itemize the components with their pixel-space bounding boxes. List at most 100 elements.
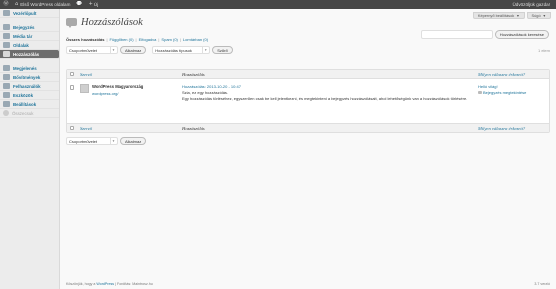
screen-meta-links: Képernyő beállítások ▼ Súgó ▼ xyxy=(472,12,551,19)
menu-dashboard[interactable]: Vezérlőpult xyxy=(0,9,59,18)
plus-icon: + xyxy=(88,1,93,7)
menu-label: Média tár xyxy=(13,33,33,39)
collapse-icon xyxy=(3,110,9,116)
help-label: Súgó xyxy=(531,13,541,18)
plugin-icon xyxy=(3,74,10,80)
filter-spam[interactable]: Spam (0) xyxy=(161,37,177,42)
comments-table: Szerző Hozzászólás Milyen válaszra érkez… xyxy=(66,69,550,133)
help-button[interactable]: Súgó ▼ xyxy=(526,12,551,19)
footer-thanks: Köszönjük, hogy a WordPress | Fordítás: … xyxy=(66,282,153,286)
select-value: Hozzászólás típusok xyxy=(155,47,192,53)
select-arrow-icon: ▼ xyxy=(110,47,115,53)
comment-type-select[interactable]: Hozzászólás típusok ▼ xyxy=(152,46,211,54)
separator: | xyxy=(179,37,181,42)
new-label: Új xyxy=(93,2,99,7)
menu-settings[interactable]: Beállítások xyxy=(0,100,59,109)
bulk-action-select-bottom[interactable]: Csoportművelet ▼ xyxy=(66,137,118,145)
wordpress-logo-icon[interactable]: Ⓦ xyxy=(0,0,12,9)
appearance-icon xyxy=(3,65,10,71)
search-button[interactable]: Hozzászólások keresése xyxy=(494,30,549,39)
comments-page-icon xyxy=(66,17,78,28)
filter-trash[interactable]: Lomtárban (0) xyxy=(183,37,208,42)
menu-label: Oldalak xyxy=(13,42,29,48)
author-url-link[interactable]: wordpress.org/ xyxy=(92,91,143,96)
menu-label: Hozzászólás xyxy=(13,51,40,57)
menu-posts[interactable]: Bejegyzés xyxy=(0,23,59,32)
menu-media[interactable]: Média tár xyxy=(0,32,59,41)
screen-options-button[interactable]: Képernyő beállítások ▼ xyxy=(472,12,525,19)
version: 3.7 verzió xyxy=(534,282,550,286)
response-column-header[interactable]: Milyen válaszra érkezett? xyxy=(475,72,549,77)
comment-date-link[interactable]: Hozzászólás: 2013-10-20 - 10:47 xyxy=(182,84,241,89)
menu-collapse[interactable]: Összecsuk xyxy=(0,109,59,118)
select-all-checkbox-footer[interactable] xyxy=(69,125,75,131)
apply-button-bottom[interactable]: Alkalmaz xyxy=(120,137,147,145)
filter-button[interactable]: Szűrő xyxy=(212,46,233,54)
page-title: Hozzászólások xyxy=(81,17,143,28)
view-post-label: Bejegyzés megtekintése xyxy=(483,90,527,95)
menu-comments[interactable]: Hozzászólás xyxy=(0,50,59,59)
menu-tools[interactable]: Eszközök xyxy=(0,91,59,100)
row-checkbox-cell xyxy=(67,84,77,123)
comments-link[interactable]: 💬 xyxy=(73,0,85,9)
menu-label: Bővítmények xyxy=(13,74,41,80)
greeting: Üdvözöljük gazda! xyxy=(512,2,550,7)
search-input[interactable] xyxy=(420,30,493,39)
view-post-link[interactable]: Bejegyzés megtekintése xyxy=(478,90,549,96)
separator: | xyxy=(135,37,137,42)
filter-approved[interactable]: Elfogadva xyxy=(139,37,157,42)
dashboard-icon xyxy=(3,10,10,16)
author-column-header[interactable]: Szerző xyxy=(77,72,179,77)
menu-label: Megjelenés xyxy=(13,65,37,71)
select-all-checkbox[interactable] xyxy=(69,71,75,77)
author-cell: WordPress Magyarország wordpress.org/ xyxy=(77,84,179,123)
comment-column-footer: Hozzászólás xyxy=(182,125,205,131)
select-value: Csoportművelet xyxy=(69,47,98,53)
menu-label: Összecsuk xyxy=(12,110,34,116)
author-name: WordPress Magyarország xyxy=(92,84,144,89)
menu-pages[interactable]: Oldalak xyxy=(0,41,59,50)
select-all-cell xyxy=(67,125,77,131)
main-content: Képernyő beállítások ▼ Súgó ▼ Hozzászóláso… xyxy=(60,9,556,289)
pin-icon xyxy=(3,24,10,30)
comments-icon xyxy=(3,51,10,57)
apply-button[interactable]: Alkalmaz xyxy=(120,46,147,54)
status-filters: Összes hozzászólás | Függőben (0) | Elfoga… xyxy=(66,37,208,42)
search-box: Hozzászólások keresése xyxy=(420,30,549,39)
footer-thanks-suffix: | Fordítás: Maintrosz.hu xyxy=(114,282,153,286)
separator: | xyxy=(106,37,108,42)
menu-label: Vezérlőpult xyxy=(13,10,37,16)
select-all-cell xyxy=(67,71,77,77)
tools-icon xyxy=(3,92,10,98)
comment-text: Egy hozzászólás törléséhez, egyszerűen c… xyxy=(182,96,468,101)
menu-label: Beállítások xyxy=(13,101,37,107)
select-arrow-icon: ▼ xyxy=(202,47,208,53)
filter-pending[interactable]: Függőben (0) xyxy=(110,37,134,42)
comment-cell: Hozzászólás: 2013-10-20 - 10:47 Szia, ez… xyxy=(179,84,475,123)
menu-plugins[interactable]: Bővítmények xyxy=(0,73,59,82)
row-checkbox[interactable] xyxy=(69,85,75,90)
table-row: WordPress Magyarország wordpress.org/ Ho… xyxy=(67,79,549,123)
select-arrow-icon: ▼ xyxy=(110,138,115,144)
site-name: Első WordPress oldalam xyxy=(20,2,71,7)
home-icon: ⌂ xyxy=(15,1,19,7)
admin-bar: Ⓦ ⌂ Első WordPress oldalam 💬 + Új Üdvözö… xyxy=(0,0,556,9)
account-menu[interactable]: Üdvözöljük gazda! xyxy=(509,0,556,9)
wordpress-link[interactable]: WordPress xyxy=(96,282,114,286)
comment-column-header: Hozzászólás xyxy=(182,71,205,77)
settings-icon xyxy=(3,101,10,107)
footer: Köszönjük, hogy a WordPress | Fordítás: … xyxy=(66,282,550,286)
author-column-footer[interactable]: Szerző xyxy=(77,126,179,131)
response-column-footer[interactable]: Milyen válaszra érkezett? xyxy=(475,126,549,131)
screen-options-label: Képernyő beállítások xyxy=(477,13,515,18)
items-count: 1 elem xyxy=(537,47,550,53)
bulk-action-select[interactable]: Csoportművelet ▼ xyxy=(66,46,118,54)
new-content-link[interactable]: + Új xyxy=(86,0,102,9)
users-icon xyxy=(3,83,10,89)
speech-bubble-icon: 💬 xyxy=(76,1,83,7)
filter-all[interactable]: Összes hozzászólás xyxy=(66,37,104,42)
table-footer: Szerző Hozzászólás Milyen válaszra érkez… xyxy=(67,123,549,132)
site-name-link[interactable]: ⌂ Első WordPress oldalam xyxy=(12,0,73,9)
menu-appearance[interactable]: Megjelenés xyxy=(0,64,59,73)
menu-users[interactable]: Felhasználók xyxy=(0,82,59,91)
